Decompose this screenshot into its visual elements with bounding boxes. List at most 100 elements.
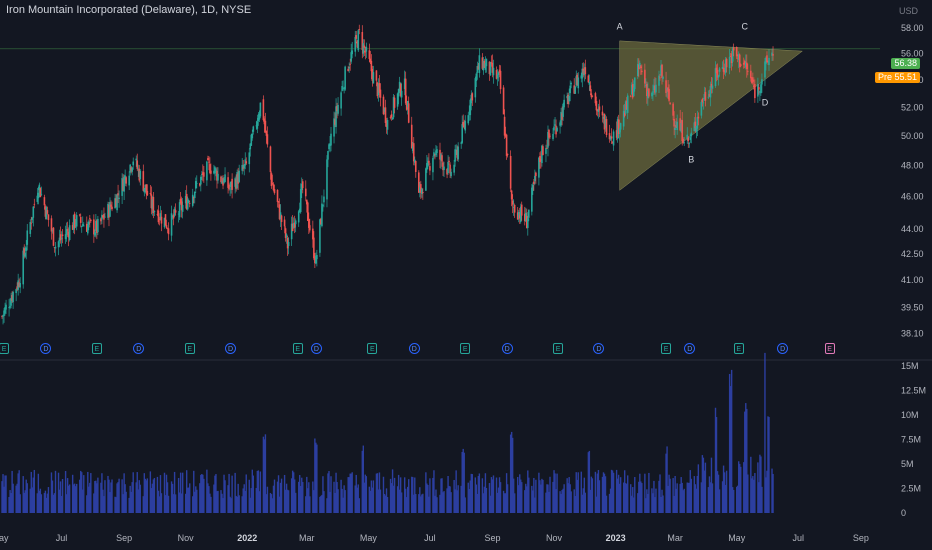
- dividend-event-icon[interactable]: D: [501, 343, 513, 354]
- dividend-event-icon[interactable]: D: [225, 343, 237, 354]
- volume-bar: [372, 480, 375, 513]
- candle-body: [648, 88, 650, 97]
- candle-body: [752, 79, 754, 82]
- earnings-event-icon[interactable]: E: [661, 343, 672, 354]
- volume-bar: [217, 490, 219, 513]
- candle-body: [252, 126, 255, 132]
- volume-bar: [443, 491, 445, 513]
- volume-bar: [492, 475, 495, 513]
- candle-body: [322, 204, 324, 206]
- earnings-event-icon[interactable]: E: [184, 343, 195, 354]
- candle-body: [407, 103, 410, 123]
- currency-label: USD: [898, 6, 918, 16]
- volume-bar: [704, 462, 707, 513]
- candle-body: [683, 142, 686, 144]
- volume-bar: [266, 486, 269, 513]
- candle-body: [132, 161, 135, 166]
- candle-body: [676, 121, 678, 131]
- time-axis-label: 2023: [606, 533, 626, 543]
- volume-bar: [718, 489, 721, 513]
- candle-body: [436, 149, 438, 154]
- volume-bar: [627, 475, 629, 513]
- volume-axis-tick: 5M: [901, 459, 914, 469]
- volume-bar: [761, 486, 763, 513]
- volume-bar: [47, 487, 50, 513]
- volume-bar: [542, 479, 544, 513]
- dividend-event-icon[interactable]: D: [408, 343, 420, 354]
- candle-body: [702, 102, 705, 104]
- pattern-point-label: C: [742, 21, 749, 31]
- candle-body: [532, 184, 534, 192]
- candle-body: [47, 214, 50, 221]
- candle-body: [358, 29, 361, 30]
- candle-body: [766, 55, 768, 63]
- candle-body: [391, 117, 394, 120]
- volume-bar: [139, 484, 141, 513]
- candle-body: [210, 170, 212, 174]
- candle-body: [598, 106, 601, 111]
- candle-body: [217, 173, 219, 181]
- chart-canvas[interactable]: 38.10 39.50 41.00 42.50 44.00 46.00 48.00 50.00…: [0, 0, 932, 550]
- candle-body: [97, 218, 99, 233]
- candle-body: [131, 167, 134, 172]
- volume-bar: [231, 475, 233, 513]
- candle-body: [73, 213, 76, 228]
- candle-body: [673, 119, 675, 127]
- volume-bar: [125, 491, 127, 513]
- candle-body: [90, 219, 92, 222]
- dividend-event-icon[interactable]: D: [310, 343, 322, 354]
- candle-body: [12, 291, 14, 303]
- volume-bar: [146, 478, 149, 513]
- earnings-event-icon[interactable]: E: [91, 343, 102, 354]
- volume-bar: [669, 478, 671, 513]
- candle-body: [707, 96, 710, 98]
- earnings-event-icon[interactable]: E: [553, 343, 564, 354]
- volume-bar: [132, 472, 134, 513]
- time-axis-label: Mar: [667, 533, 683, 543]
- candle-body: [641, 70, 643, 73]
- candle-body: [658, 75, 660, 86]
- volume-bar: [690, 478, 692, 513]
- earnings-event-icon[interactable]: E: [0, 343, 10, 354]
- candle-body: [422, 192, 424, 193]
- candle-body: [259, 102, 262, 117]
- candle-body: [668, 88, 670, 101]
- candle-body: [725, 58, 728, 68]
- earnings-event-icon[interactable]: E: [367, 343, 378, 354]
- volume-bar: [422, 493, 424, 513]
- candle-body: [136, 160, 139, 169]
- triangle-pattern: [619, 40, 803, 191]
- volume-bar: [768, 417, 770, 513]
- candle-body: [9, 306, 11, 308]
- candle-body: [570, 83, 572, 85]
- candle-body: [118, 197, 120, 199]
- price-axis-tick: 42.50: [901, 249, 924, 259]
- candle-body: [414, 161, 417, 172]
- candle-body: [528, 209, 530, 218]
- volume-bar: [570, 491, 572, 513]
- earnings-event-icon[interactable]: E: [824, 343, 835, 354]
- candle-body: [191, 194, 194, 206]
- earnings-event-icon[interactable]: E: [460, 343, 471, 354]
- volume-bar: [26, 483, 28, 513]
- candle-body: [231, 178, 233, 190]
- candle-body: [511, 200, 514, 205]
- candle-body: [687, 137, 690, 141]
- earnings-event-icon[interactable]: E: [292, 343, 303, 354]
- candle-body: [101, 214, 103, 220]
- candle-body: [153, 211, 156, 213]
- volume-bar: [577, 472, 579, 513]
- candle-body: [194, 181, 197, 189]
- candle-body: [696, 117, 699, 129]
- earnings-event-icon[interactable]: E: [733, 343, 744, 354]
- candle-body: [294, 220, 297, 225]
- candle-body: [433, 152, 435, 157]
- volume-bar: [97, 477, 99, 513]
- volume-bar: [725, 470, 728, 513]
- volume-bar: [429, 478, 431, 513]
- candle-body: [125, 177, 127, 184]
- candle-body: [117, 193, 119, 196]
- candle-body: [568, 95, 570, 102]
- candle-body: [605, 119, 608, 135]
- volume-bar: [210, 496, 212, 513]
